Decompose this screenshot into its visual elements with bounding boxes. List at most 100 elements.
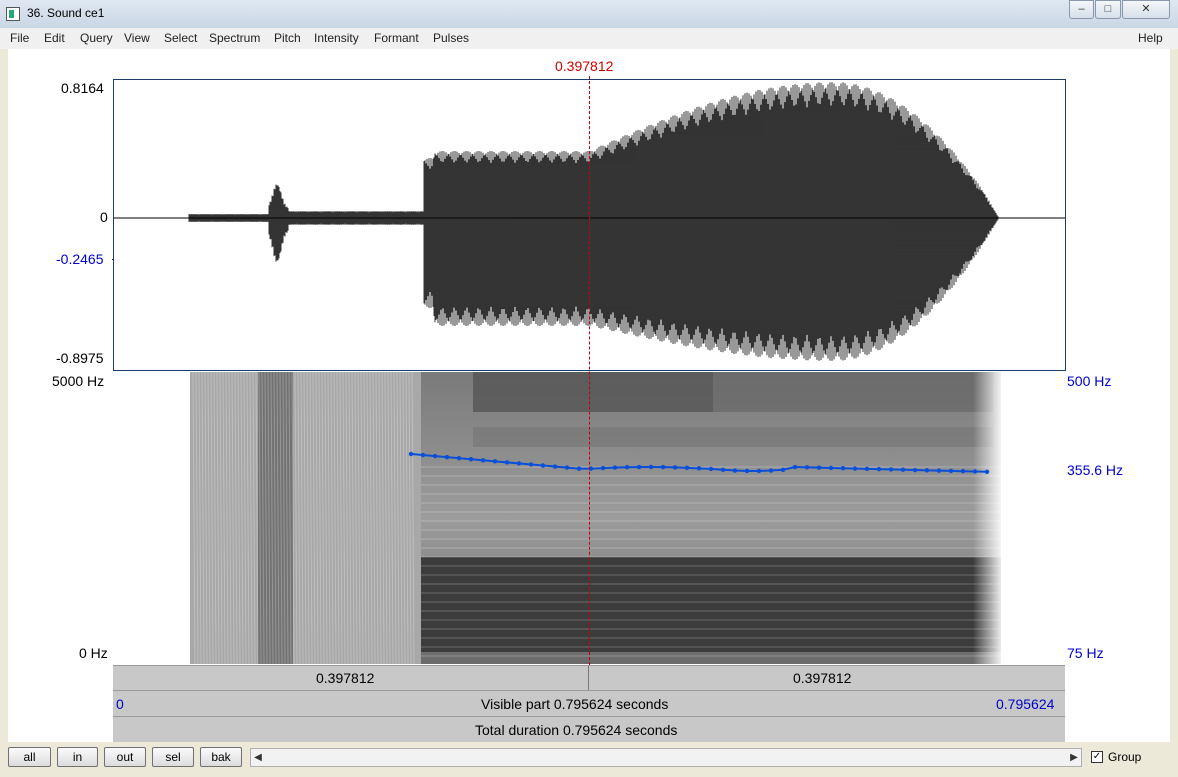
pitch-point xyxy=(720,467,726,472)
menu-spectrum[interactable]: Spectrum xyxy=(209,31,260,45)
waveform-zero-label: 0 xyxy=(100,209,108,225)
pitch-point xyxy=(768,468,774,473)
pitch-point xyxy=(540,463,546,468)
pitch-point xyxy=(660,464,666,470)
pitch-point xyxy=(636,464,642,470)
cursor-time-label: 0.397812 xyxy=(555,58,614,74)
pitch-point xyxy=(816,465,822,470)
menu-help[interactable]: Help xyxy=(1138,31,1163,45)
menu-intensity[interactable]: Intensity xyxy=(314,31,359,45)
pitch-point xyxy=(432,453,438,459)
zoom-in-button[interactable]: in xyxy=(57,747,98,767)
menu-bar: File Edit Query View Select Spectrum Pit… xyxy=(0,28,1178,50)
pitch-point xyxy=(468,457,474,462)
total-duration-bar[interactable]: Total duration 0.795624 seconds xyxy=(113,716,1065,742)
waveform-min-label: -0.8975 xyxy=(56,350,104,366)
pitch-point xyxy=(576,466,582,471)
praat-window-icon xyxy=(6,7,20,21)
pitch-point xyxy=(408,451,414,457)
pitch-point xyxy=(600,465,606,471)
pitch-point xyxy=(516,461,522,466)
pitch-point xyxy=(924,468,930,473)
visible-start-label: 0 xyxy=(116,696,124,712)
zoom-all-button[interactable]: all xyxy=(8,747,51,767)
pitch-point xyxy=(528,462,534,467)
window-border-left xyxy=(0,49,8,777)
pitch-max-label: 500 Hz xyxy=(1067,373,1112,389)
pitch-cursor-value-label: 355.6 Hz xyxy=(1067,462,1124,478)
menu-edit[interactable]: Edit xyxy=(44,31,65,45)
total-duration-label: Total duration 0.795624 seconds xyxy=(475,722,678,738)
menu-pulses[interactable]: Pulses xyxy=(433,31,469,45)
pitch-point xyxy=(624,465,630,470)
segment-right-label: 0.397812 xyxy=(793,670,852,686)
waveform-path xyxy=(188,82,999,361)
menu-pitch[interactable]: Pitch xyxy=(274,31,301,45)
close-button[interactable]: ✕ xyxy=(1122,0,1170,19)
pitch-point xyxy=(792,464,798,470)
pitch-point xyxy=(948,468,954,474)
pitch-point xyxy=(888,467,894,472)
spectrogram-min-freq-label: 0 Hz xyxy=(79,645,108,661)
waveform-svg xyxy=(114,82,1065,361)
pitch-point xyxy=(696,466,702,471)
pitch-point xyxy=(648,464,654,470)
zoom-selection-button[interactable]: sel xyxy=(152,747,194,767)
menu-formant[interactable]: Formant xyxy=(374,31,419,45)
visible-end-label: 0.795624 xyxy=(996,696,1055,712)
menu-view[interactable]: View xyxy=(124,31,150,45)
segment-left-label: 0.397812 xyxy=(316,670,375,686)
pitch-point xyxy=(900,467,906,472)
waveform-trace xyxy=(188,82,999,361)
pitch-point xyxy=(828,465,834,471)
menu-select[interactable]: Select xyxy=(164,31,197,45)
time-scrollbar[interactable]: ◀ ▶ xyxy=(250,748,1082,767)
pitch-point xyxy=(756,468,762,474)
cursor-line xyxy=(589,76,590,665)
pitch-point xyxy=(612,465,618,470)
pitch-point xyxy=(504,460,510,465)
zoom-back-button[interactable]: bak xyxy=(200,747,242,767)
pitch-point xyxy=(672,465,678,470)
menu-file[interactable]: File xyxy=(10,31,29,45)
scroll-left-arrow-icon[interactable]: ◀ xyxy=(251,749,265,766)
pitch-point xyxy=(420,452,426,458)
visible-part-bar[interactable]: 0 Visible part 0.795624 seconds 0.795624 xyxy=(113,690,1065,716)
zoom-out-button[interactable]: out xyxy=(104,747,146,767)
maximize-button[interactable]: □ xyxy=(1095,0,1121,19)
pitch-min-label: 75 Hz xyxy=(1067,645,1104,661)
time-segment-bar: 0.397812 0.397812 xyxy=(113,665,1065,690)
pitch-point xyxy=(744,468,750,474)
pitch-point xyxy=(984,469,990,475)
pitch-point xyxy=(780,467,786,472)
pitch-point xyxy=(876,466,882,472)
window-border-right xyxy=(1170,49,1178,777)
group-checkbox[interactable]: ✓ xyxy=(1091,751,1103,763)
pitch-point xyxy=(456,455,462,461)
spectrogram-max-freq-label: 5000 Hz xyxy=(52,373,105,389)
pitch-point xyxy=(972,469,978,474)
high-formant-band-2 xyxy=(713,372,993,412)
waveform-max-label: 0.8164 xyxy=(61,80,104,96)
pitch-point xyxy=(444,454,450,460)
pitch-point xyxy=(564,465,570,470)
window-title: 36. Sound ce1 xyxy=(27,6,105,20)
minimize-button[interactable]: – xyxy=(1069,0,1094,19)
pitch-point xyxy=(864,466,870,472)
pitch-point xyxy=(852,466,858,471)
high-formant-band-1 xyxy=(473,372,713,412)
scroll-right-arrow-icon[interactable]: ▶ xyxy=(1067,749,1081,766)
right-fade xyxy=(973,372,1001,664)
mid-formant-band xyxy=(473,427,993,447)
group-checkbox-label: Group xyxy=(1108,750,1142,764)
pitch-point xyxy=(552,464,558,469)
menu-query[interactable]: Query xyxy=(80,31,113,45)
pitch-point xyxy=(492,459,498,464)
waveform-cursor-value-label: -0.2465 xyxy=(56,251,104,267)
pitch-point xyxy=(912,467,918,473)
pitch-point xyxy=(708,466,714,472)
pitch-point xyxy=(936,468,942,473)
bottom-toolbar: all in out sel bak ◀ ▶ ✓ Group xyxy=(0,742,1178,777)
pitch-point xyxy=(840,466,846,471)
pitch-point xyxy=(960,469,966,474)
